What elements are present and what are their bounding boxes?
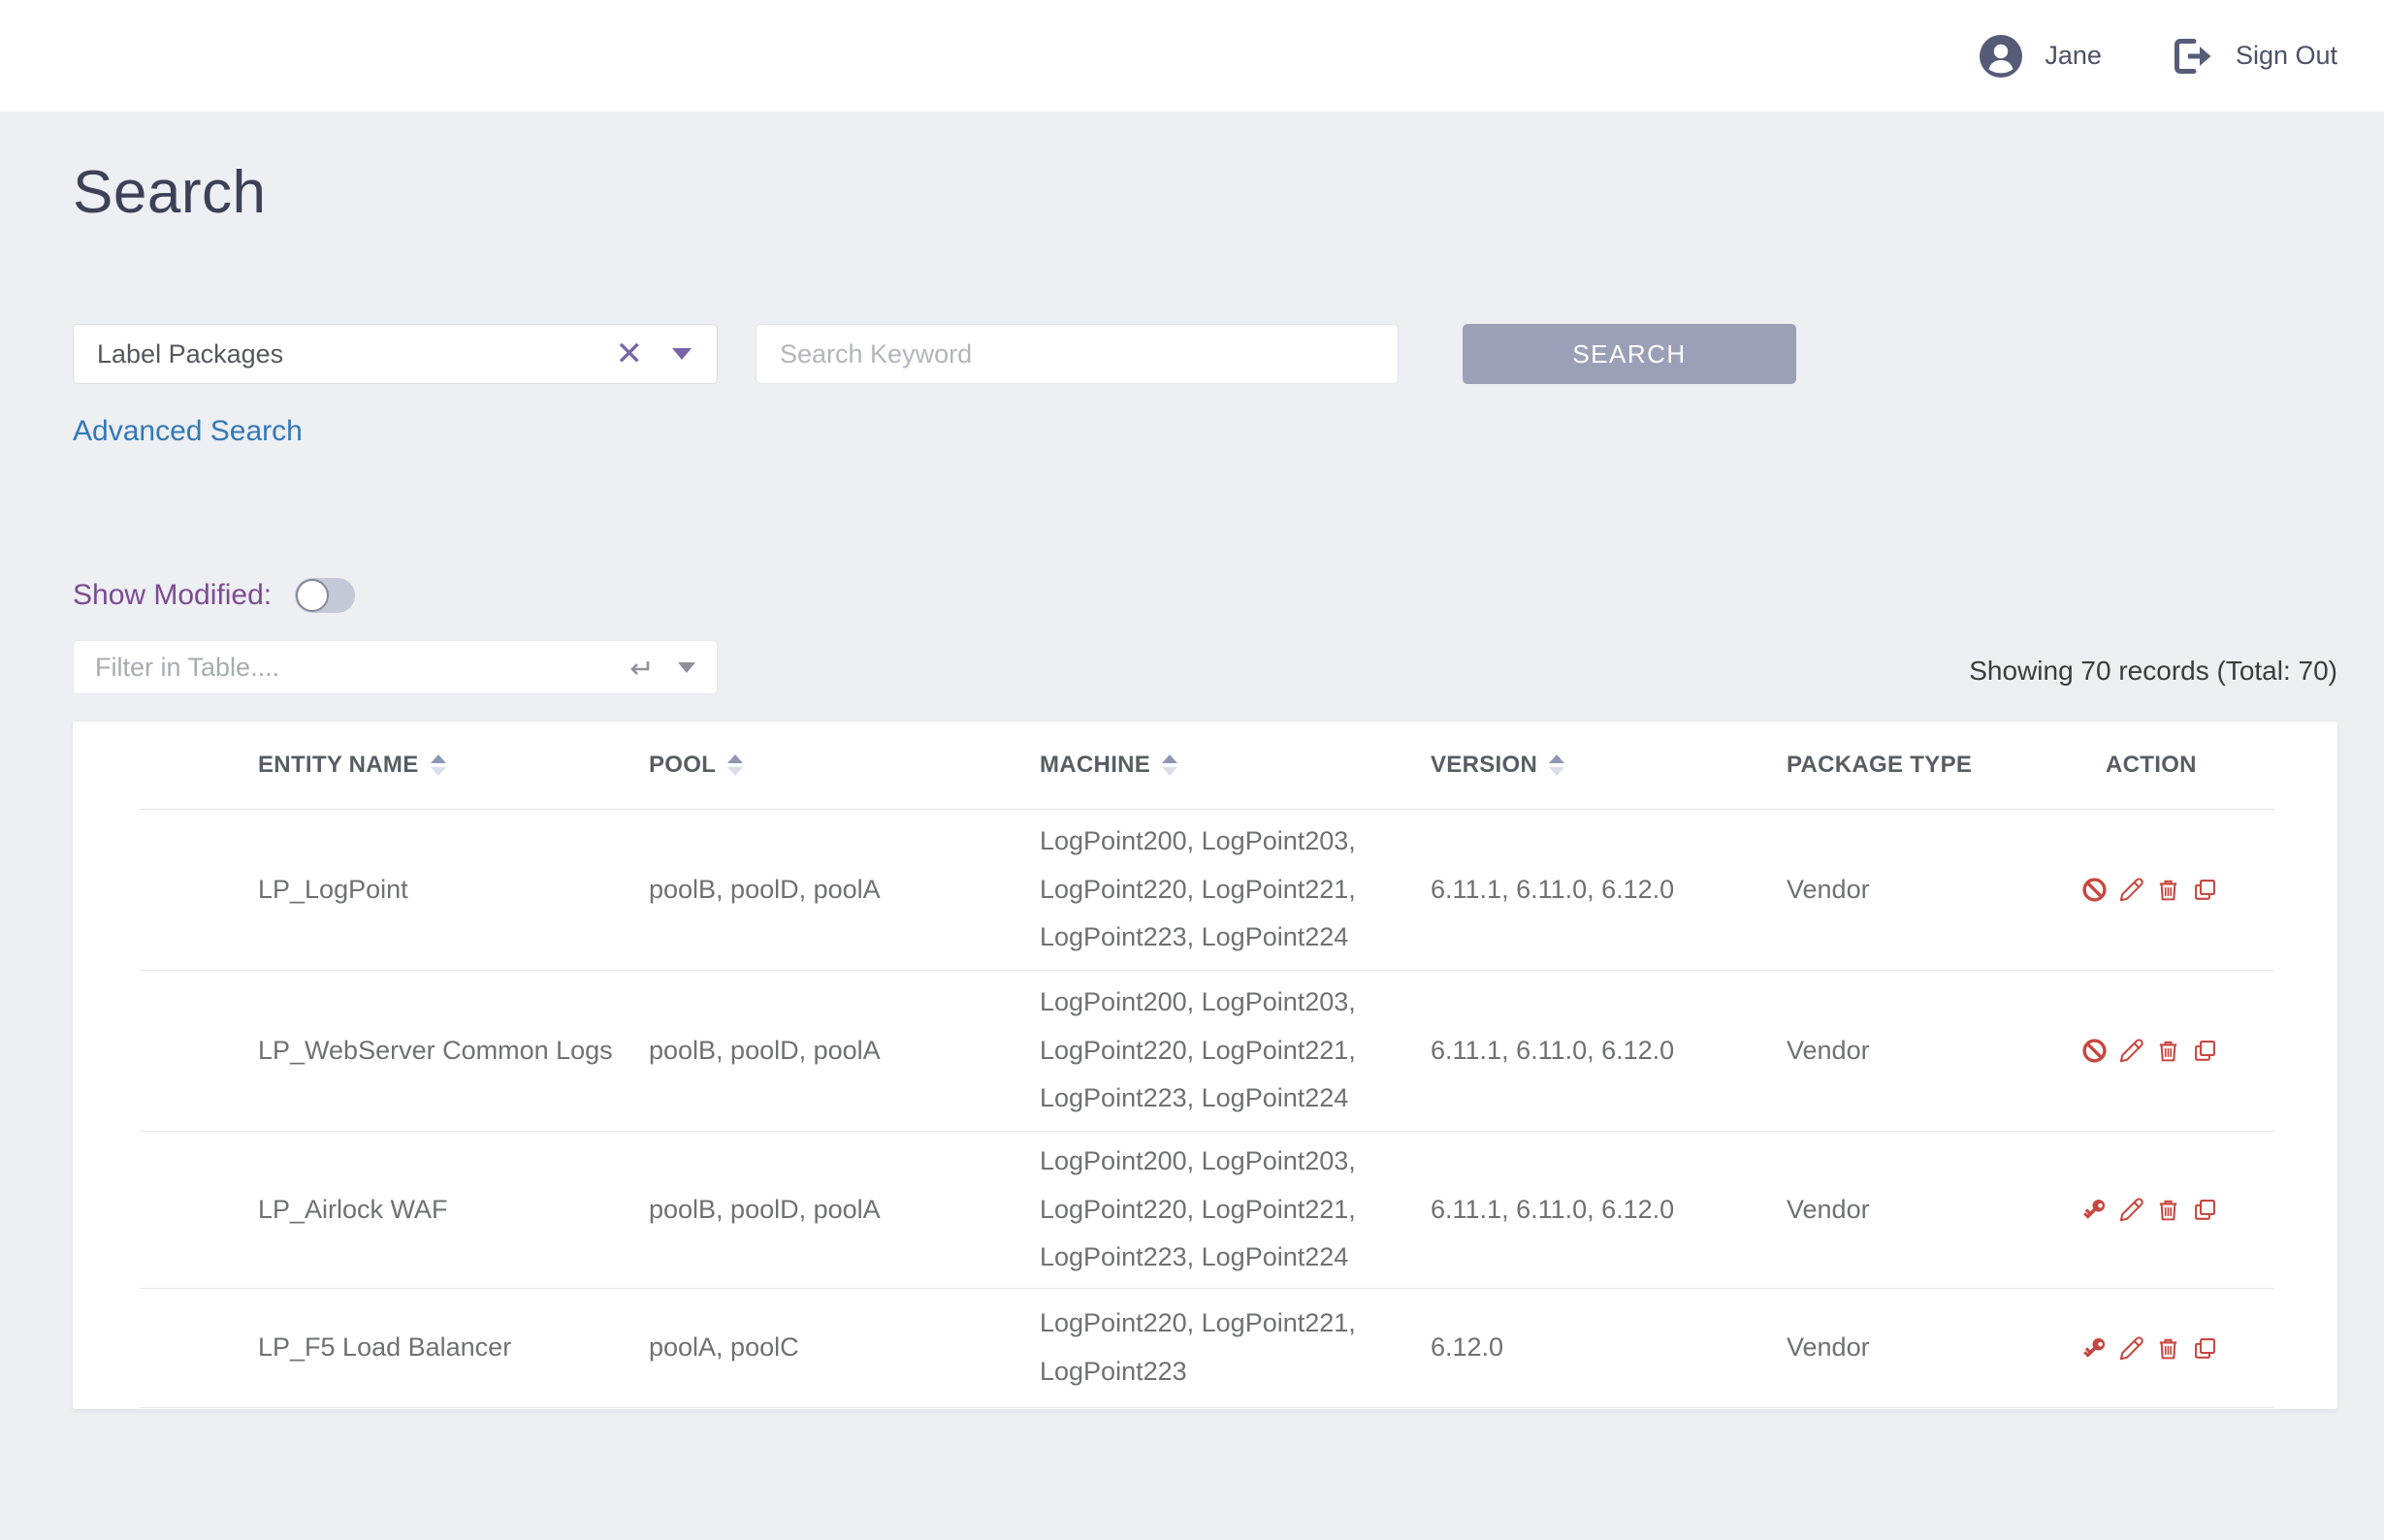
sort-icon[interactable] [1162,754,1177,776]
pool-cell: poolA, poolC [649,1324,1040,1372]
sort-icon[interactable] [727,754,743,776]
column-header-label: VERSION [1431,752,1537,779]
machine-cell: LogPoint200, LogPoint203, LogPoint220, L… [1040,1138,1431,1283]
user-menu[interactable]: Jane [1979,34,2102,79]
search-button[interactable]: SEARCH [1463,324,1796,384]
column-header: PACKAGE TYPE [1787,752,2106,779]
edit-icon[interactable] [2117,1196,2145,1224]
package-type-cell: Vendor [1787,866,2106,914]
advanced-search-link[interactable]: Advanced Search [73,415,303,448]
table-header-row: ENTITY NAME POOL MACHINE VERSION PACKAGE… [140,722,2274,810]
ban-icon[interactable] [2080,876,2109,904]
key-icon[interactable] [2080,1196,2109,1224]
pool-cell: poolB, poolD, poolA [649,1027,1040,1075]
column-header-label: ENTITY NAME [258,752,419,779]
entity-name-cell: LP_WebServer Common Logs [140,1027,649,1075]
copy-icon[interactable] [2191,876,2219,904]
column-header-label: POOL [649,752,716,779]
action-cell [2080,1196,2274,1224]
entity-name-cell: LP_F5 Load Balancer [140,1324,649,1372]
ban-icon[interactable] [2080,1037,2109,1065]
pool-cell: poolB, poolD, poolA [649,1186,1040,1235]
records-summary: Showing 70 records (Total: 70) [1969,656,2337,687]
entity-name-cell: LP_Airlock WAF [140,1186,649,1235]
machine-cell: LogPoint200, LogPoint203, LogPoint220, L… [1040,818,1431,963]
sort-icon[interactable] [431,754,446,776]
copy-icon[interactable] [2191,1037,2219,1065]
package-type-cell: Vendor [1787,1324,2106,1372]
entity-name-cell: LP_LogPoint [140,866,649,914]
table-filter-input[interactable] [74,641,624,693]
show-modified-row: Show Modified: [73,578,2337,613]
table-row: LP_Airlock WAF poolB, poolD, poolA LogPo… [140,1132,2274,1289]
delete-icon[interactable] [2154,876,2182,904]
version-cell: 6.11.1, 6.11.0, 6.12.0 [1431,1186,1787,1235]
table-row: LP_WebServer Common Logs poolB, poolD, p… [140,971,2274,1132]
package-type-cell: Vendor [1787,1027,2106,1075]
sign-out-button[interactable]: Sign Out [2174,38,2337,75]
top-bar: Jane Sign Out [0,0,2384,112]
action-cell [2080,876,2274,904]
delete-icon[interactable] [2154,1196,2182,1224]
toggle-knob [296,579,329,612]
show-modified-toggle[interactable] [295,578,355,613]
filter-row: Showing 70 records (Total: 70) [73,640,2337,694]
page-title: Search [73,158,2337,227]
delete-icon[interactable] [2154,1334,2182,1363]
edit-icon[interactable] [2117,876,2145,904]
chevron-down-icon[interactable] [678,662,695,673]
clear-selection-icon[interactable]: ✕ [616,337,644,370]
search-controls: Label Packages ✕ SEARCH [73,324,2337,384]
machine-cell: LogPoint200, LogPoint203, LogPoint220, L… [1040,979,1431,1124]
sort-icon[interactable] [1549,754,1564,776]
table-row: LP_LogPoint poolB, poolD, poolA LogPoint… [140,810,2274,971]
table-row: LP_F5 Load Balancer poolA, poolC LogPoin… [140,1289,2274,1408]
copy-icon[interactable] [2191,1334,2219,1363]
key-icon[interactable] [2080,1334,2109,1363]
selected-category: Label Packages [97,339,616,369]
enter-icon[interactable] [624,653,653,682]
column-header[interactable]: POOL [649,752,1040,779]
action-cell [2080,1334,2274,1363]
column-header-label: ACTION [2106,752,2197,779]
version-cell: 6.11.1, 6.11.0, 6.12.0 [1431,866,1787,914]
action-cell [2080,1037,2274,1065]
package-type-cell: Vendor [1787,1186,2106,1235]
main-content: Search Label Packages ✕ SEARCH Advanced … [0,112,2384,1467]
column-header[interactable]: ENTITY NAME [140,752,649,779]
search-category-select[interactable]: Label Packages ✕ [73,324,718,384]
delete-icon[interactable] [2154,1037,2182,1065]
version-cell: 6.11.1, 6.11.0, 6.12.0 [1431,1027,1787,1075]
machine-cell: LogPoint220, LogPoint221, LogPoint223 [1040,1299,1431,1396]
version-cell: 6.12.0 [1431,1324,1787,1372]
edit-icon[interactable] [2117,1334,2145,1363]
edit-icon[interactable] [2117,1037,2145,1065]
table-body: LP_LogPoint poolB, poolD, poolA LogPoint… [73,810,2337,1408]
column-header[interactable]: MACHINE [1040,752,1431,779]
user-avatar-icon [1979,34,2023,79]
pool-cell: poolB, poolD, poolA [649,866,1040,914]
sign-out-icon [2174,38,2214,75]
column-header-label: PACKAGE TYPE [1787,752,1972,779]
table-filter [73,640,718,694]
results-table: ENTITY NAME POOL MACHINE VERSION PACKAGE… [73,722,2337,1409]
column-header: ACTION [2106,752,2274,779]
copy-icon[interactable] [2191,1196,2219,1224]
show-modified-label: Show Modified: [73,579,272,612]
user-name: Jane [2045,41,2102,71]
sign-out-label: Sign Out [2236,41,2337,71]
column-header-label: MACHINE [1040,752,1150,779]
keyword-input[interactable] [756,324,1399,384]
column-header[interactable]: VERSION [1431,752,1787,779]
chevron-down-icon[interactable] [672,348,692,360]
